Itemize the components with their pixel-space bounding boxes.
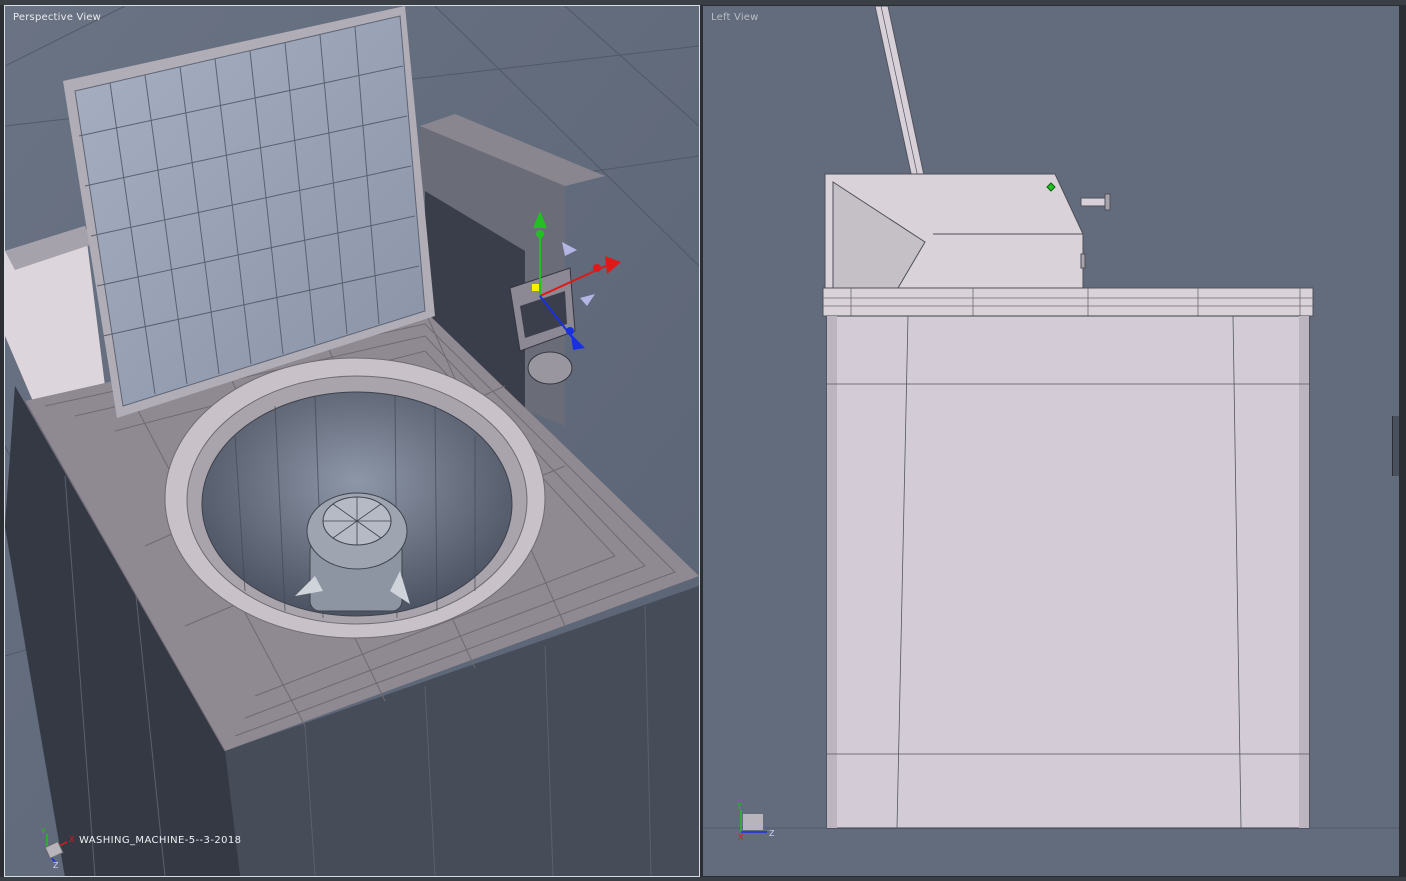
axis-label-y: Y — [40, 827, 46, 836]
scene-name: WASHING_MACHINE-5--3-2018 — [79, 835, 242, 846]
left-viewport[interactable]: Left View Y X Z — [702, 5, 1400, 877]
viewport-label: Perspective View — [13, 12, 102, 23]
axis-label-x: X — [738, 833, 744, 842]
viewport-edge-handle[interactable] — [1392, 416, 1399, 476]
left-scene[interactable] — [703, 6, 1399, 876]
axis-label-y: Y — [736, 802, 742, 811]
axis-label-x: X — [69, 835, 75, 844]
perspective-viewport[interactable]: Perspective View Y X Z WASHING_MACHINE-5… — [4, 5, 700, 877]
axis-label-z: Z — [53, 861, 59, 868]
axis-label-z: Z — [769, 829, 775, 838]
viewport-label: Left View — [711, 12, 759, 23]
perspective-scene[interactable] — [5, 6, 699, 876]
axis-gizmo-icon: Y X Z — [40, 827, 75, 868]
axis-gizmo-icon: Y X Z — [736, 802, 775, 842]
window-bottom-strip — [0, 877, 1406, 881]
